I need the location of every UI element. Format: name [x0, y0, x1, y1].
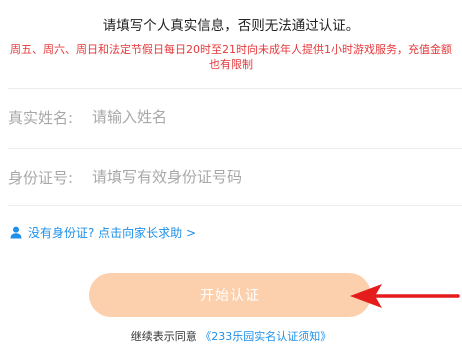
id-number-input[interactable]: [92, 168, 432, 186]
id-number-label: 身份证号:: [8, 168, 74, 187]
start-verification-button[interactable]: 开始认证: [89, 273, 371, 317]
name-field-row: 真实姓名:: [8, 88, 462, 145]
red-arrow-annotation: [350, 284, 460, 308]
minor-play-time-notice: 周五、周六、周日和法定节假日每日20时至21时向未成年人提供1小时游戏服务，充值…: [10, 43, 452, 71]
name-input[interactable]: [92, 108, 432, 126]
form-title: 请填写个人真实信息，否则无法通过认证。: [102, 18, 360, 34]
name-label: 真实姓名:: [8, 108, 74, 127]
ask-parent-help-text: 没有身份证? 点击向家长求助 >: [28, 226, 197, 240]
ask-parent-help-link[interactable]: 没有身份证? 点击向家长求助 >: [10, 224, 196, 241]
agreement-prefix: 继续表示同意: [130, 330, 197, 343]
id-number-field-row: 身份证号:: [8, 148, 462, 206]
user-icon: [10, 226, 22, 239]
agreement-text: 继续表示同意 《233乐园实名认证须知》: [0, 328, 462, 344]
verification-terms-link[interactable]: 《233乐园实名认证须知》: [200, 330, 331, 343]
